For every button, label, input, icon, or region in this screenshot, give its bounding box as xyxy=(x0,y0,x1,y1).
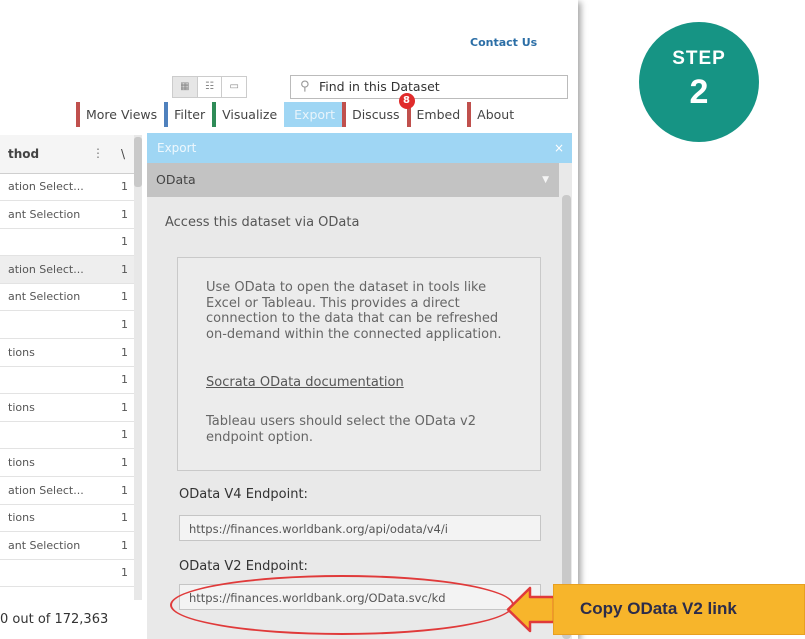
method-cell: tions xyxy=(8,400,35,414)
value-cell: 1 xyxy=(121,400,128,414)
browser-screenshot: Contact Us f » ▦ ☷ ▭ ⚲ Find in this Data… xyxy=(0,0,578,639)
value-cell: 1 xyxy=(121,318,128,331)
highlight-ellipse xyxy=(170,575,514,635)
tab-label: Discuss xyxy=(352,107,400,122)
instruction-callout: Copy OData V2 link xyxy=(506,584,805,635)
table-row[interactable]: 1 xyxy=(0,228,134,257)
method-cell: tions xyxy=(8,511,35,525)
chevron-down-icon: ▼ xyxy=(542,175,549,185)
view-toggle-group: ▦ ☷ ▭ xyxy=(172,76,247,98)
search-icon: ⚲ xyxy=(300,79,310,94)
column-header-next[interactable]: \ xyxy=(121,147,125,161)
data-grid: thod ⋮ \ ation Select... 1 ant Selection 1 1… xyxy=(0,135,140,595)
search-input[interactable]: ⚲ Find in this Dataset xyxy=(290,75,568,99)
callout-text: Copy OData V2 link xyxy=(580,599,737,618)
odata-v2-label: OData V2 Endpoint: xyxy=(179,559,308,574)
odata-info-box: Use OData to open the dataset in tools l… xyxy=(177,257,541,471)
table-row[interactable]: tions 1 xyxy=(0,449,134,477)
method-cell: ant Selection xyxy=(8,538,81,552)
table-row[interactable]: ation Select... 1 xyxy=(0,255,134,284)
value-cell: 1 xyxy=(121,456,128,469)
step-number: 2 xyxy=(689,73,709,111)
value-cell: 1 xyxy=(121,345,128,359)
odata-v4-endpoint-field[interactable]: https://finances.worldbank.org/api/odata… xyxy=(179,515,541,541)
tab-label: Filter xyxy=(174,107,206,122)
search-placeholder: Find in this Dataset xyxy=(319,79,440,94)
table-row[interactable]: tions 1 xyxy=(0,504,134,533)
tableau-note: Tableau users should select the OData v2… xyxy=(206,414,477,445)
odata-v4-label: OData V4 Endpoint: xyxy=(179,487,308,502)
access-description: Access this dataset via OData xyxy=(165,215,360,230)
value-cell: 1 xyxy=(121,373,128,387)
odata-section-header[interactable]: OData ▼ xyxy=(147,163,559,197)
tab-label: Visualize xyxy=(222,107,278,122)
table-row[interactable]: ant Selection 1 xyxy=(0,283,134,312)
odata-section-title: OData xyxy=(156,172,196,187)
table-row[interactable]: ant Selection 1 xyxy=(0,532,134,560)
method-cell: ant Selection xyxy=(8,207,81,221)
tab-discuss[interactable]: Discuss 8 xyxy=(342,93,415,127)
table-row[interactable]: 1 xyxy=(0,311,134,339)
tab-embed[interactable]: Embed xyxy=(406,102,468,127)
value-cell: 1 xyxy=(121,566,128,580)
close-icon[interactable]: × xyxy=(554,133,564,163)
export-panel-title: Export xyxy=(157,141,197,155)
column-header-method[interactable]: thod xyxy=(8,147,39,161)
step-word: STEP xyxy=(672,48,726,69)
column-menu-icon[interactable]: ⋮ xyxy=(92,146,104,160)
value-cell: 1 xyxy=(121,180,128,193)
grid-view-icon[interactable]: ▦ xyxy=(173,77,198,97)
grid-scroll-thumb[interactable] xyxy=(134,137,142,187)
table-row[interactable]: tions 1 xyxy=(0,339,134,367)
tab-label: About xyxy=(477,107,515,122)
tab-label: Embed xyxy=(416,107,461,122)
method-cell: ation Select... xyxy=(8,262,84,276)
value-cell: 1 xyxy=(121,428,128,442)
method-cell: tions xyxy=(8,456,35,469)
method-cell: ation Select... xyxy=(8,180,84,193)
table-row[interactable]: tions 1 xyxy=(0,394,134,422)
row-count: 0 out of 172,363 xyxy=(0,612,109,627)
tab-about[interactable]: About xyxy=(467,102,522,127)
value-cell: 1 xyxy=(121,262,128,276)
value-cell: 1 xyxy=(121,483,128,497)
table-row[interactable]: ation Select... 1 xyxy=(0,477,134,505)
method-cell: ation Select... xyxy=(8,483,84,497)
method-cell: ant Selection xyxy=(8,290,81,304)
export-panel-header: Export × xyxy=(147,133,572,163)
table-row[interactable]: 1 xyxy=(0,559,134,588)
table-row[interactable]: ant Selection 1 xyxy=(0,201,134,229)
contact-us-link[interactable]: Contact Us xyxy=(470,36,537,49)
value-cell: 1 xyxy=(121,207,128,221)
panel-scrollbar[interactable] xyxy=(560,195,572,639)
value-cell: 1 xyxy=(121,235,128,249)
value-cell: 1 xyxy=(121,538,128,552)
table-row[interactable]: ation Select... 1 xyxy=(0,173,134,201)
tab-visualize[interactable]: Visualize xyxy=(212,102,285,127)
grid-scrollbar[interactable] xyxy=(134,135,142,600)
grid-header: thod ⋮ \ xyxy=(0,135,134,174)
odata-info-text: Use OData to open the dataset in tools l… xyxy=(206,280,502,342)
value-cell: 1 xyxy=(121,290,128,304)
tab-more-views[interactable]: More Views xyxy=(76,102,165,127)
table-row[interactable]: 1 xyxy=(0,366,134,395)
page-view-icon[interactable]: ▭ xyxy=(222,77,246,97)
tab-export[interactable]: Export xyxy=(284,102,343,127)
table-row[interactable]: 1 xyxy=(0,421,134,450)
discuss-count-badge: 8 xyxy=(398,93,415,109)
method-cell: tions xyxy=(8,345,35,359)
tab-filter[interactable]: Filter xyxy=(164,102,213,127)
list-view-icon[interactable]: ☷ xyxy=(198,77,223,97)
value-cell: 1 xyxy=(121,511,128,525)
tab-label: More Views xyxy=(86,107,158,122)
tab-label: Export xyxy=(294,107,336,122)
odata-documentation-link[interactable]: Socrata OData documentation xyxy=(206,375,404,390)
dataset-toolbar-tabs: More Views Filter Visualize Export Discu… xyxy=(76,93,522,127)
panel-scroll-thumb[interactable] xyxy=(562,195,571,639)
export-panel: Export × OData ▼ Access this dataset via… xyxy=(147,133,572,639)
step-badge: STEP 2 xyxy=(639,22,759,142)
